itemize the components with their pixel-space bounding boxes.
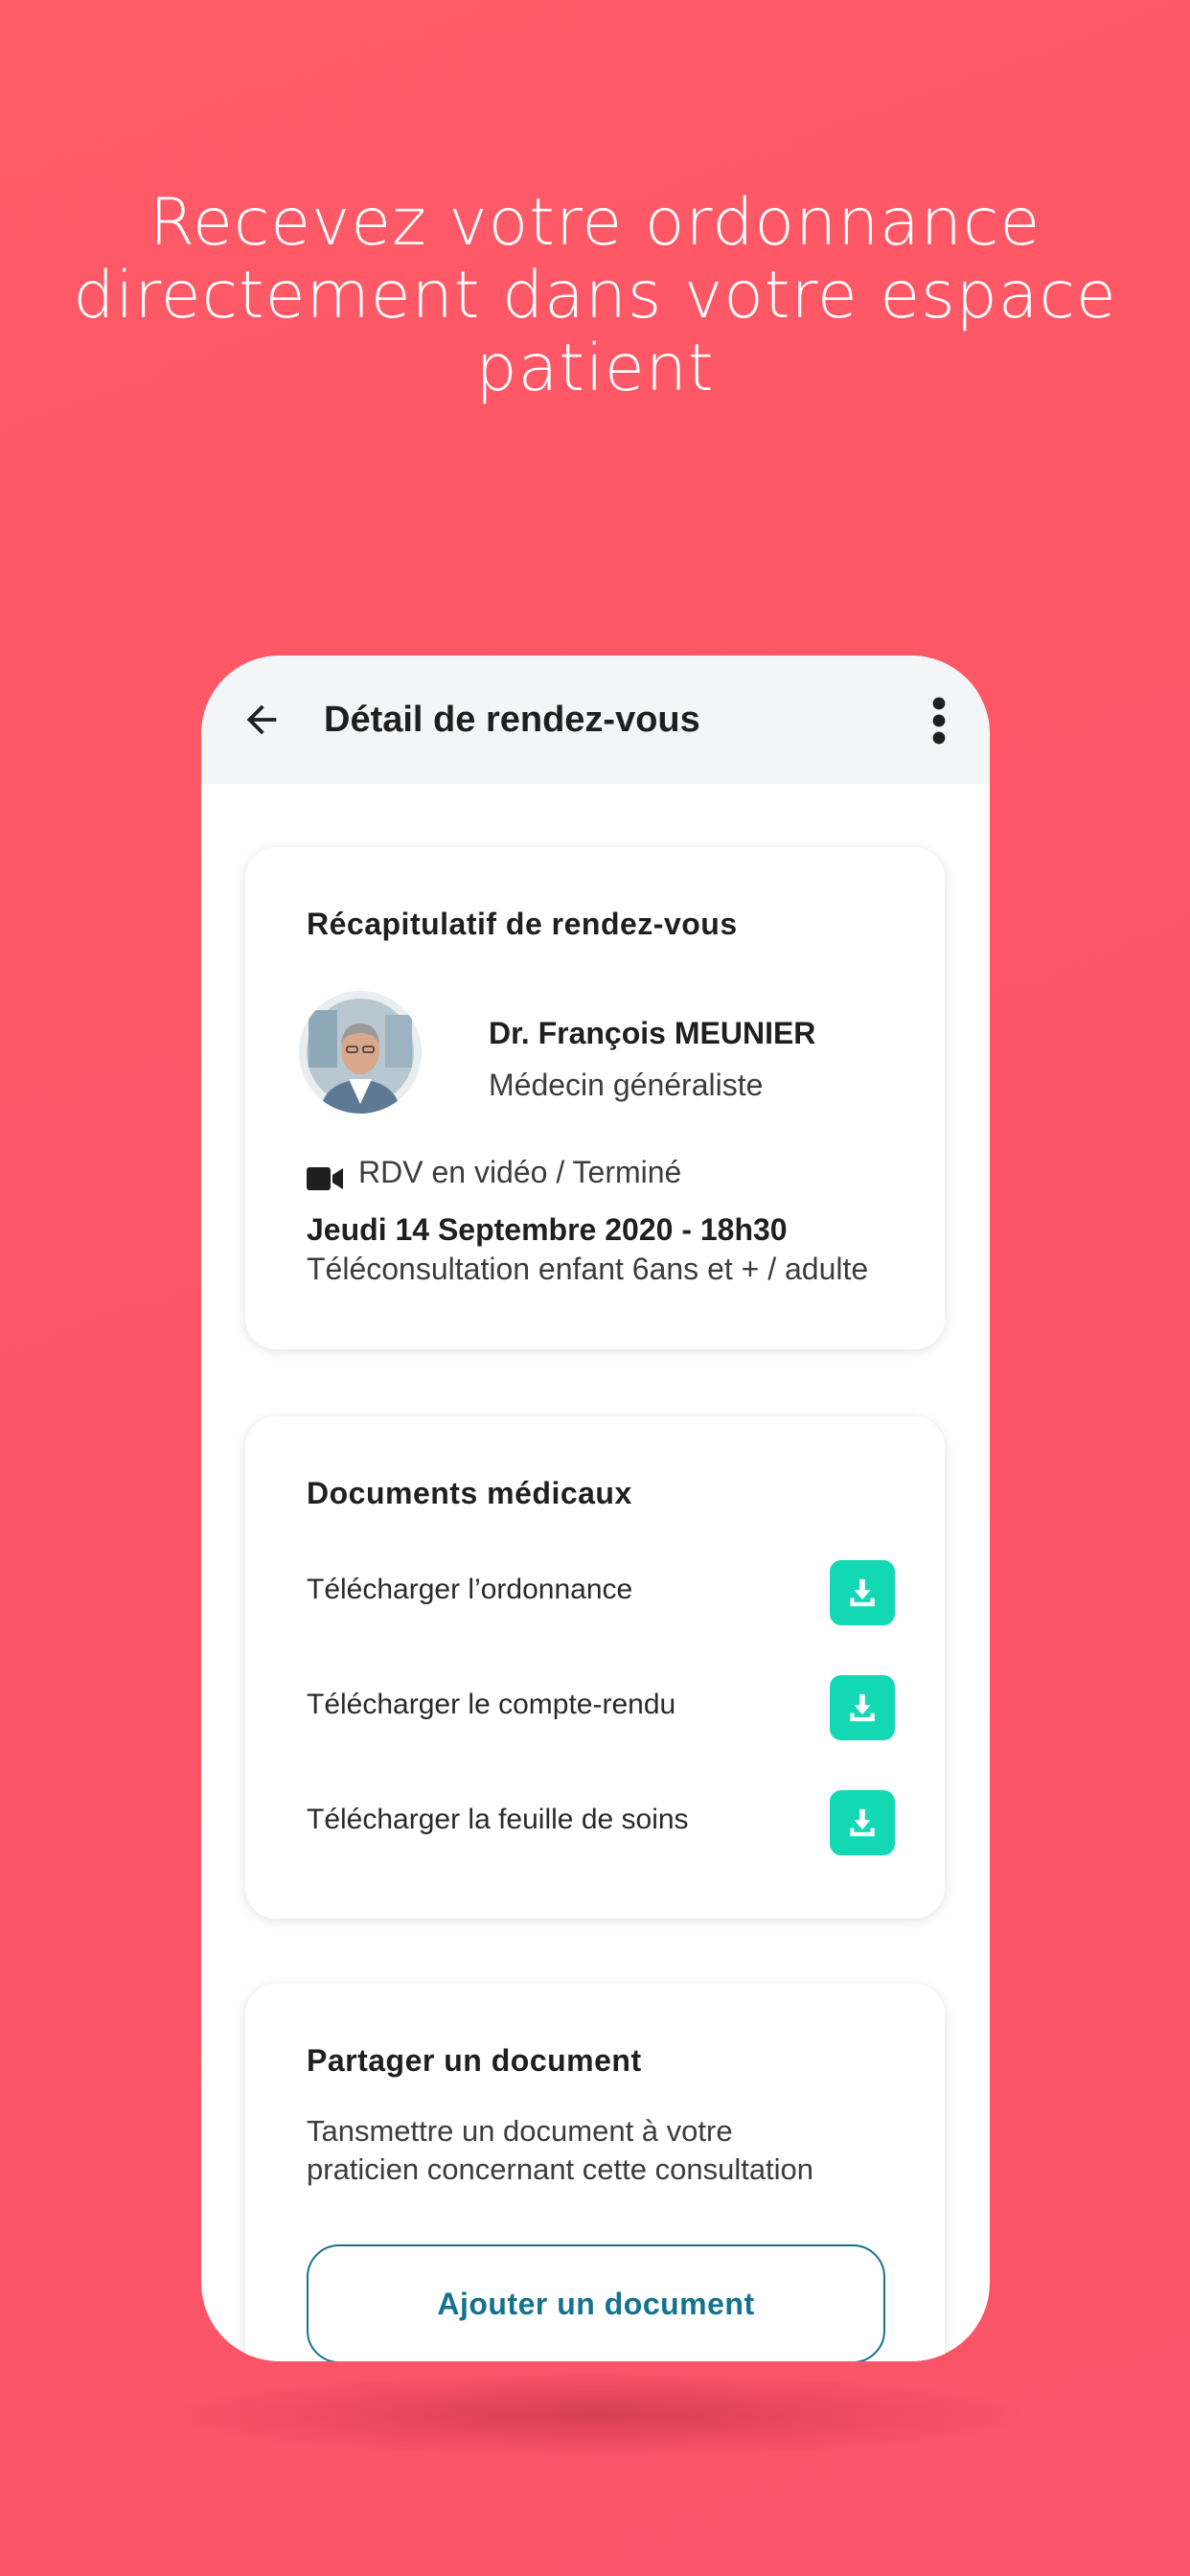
download-prescription-label[interactable]: Télécharger l’ordonnance — [307, 1574, 632, 1606]
appointment-summary-card: Récapitulatif de rendez-vous Dr. Françoi… — [245, 847, 945, 1349]
page-title: Détail de rendez-vous — [324, 700, 700, 740]
doctor-name: Dr. François MEUNIER — [489, 1016, 816, 1050]
download-icon — [850, 1578, 875, 1607]
download-icon — [850, 1808, 875, 1837]
share-document-card: Partager un document Tansmettre un docum… — [245, 1984, 945, 2361]
share-description-line-2: praticien concernant cette consultation — [307, 2152, 814, 2186]
phone-shadow — [153, 2372, 1037, 2458]
download-care-sheet-button[interactable] — [830, 1790, 895, 1855]
documents-title: Documents médicaux — [307, 1476, 632, 1510]
headline-line-2: directement dans votre espace — [73, 258, 1117, 334]
share-title: Partager un document — [307, 2043, 642, 2078]
headline: Recevez votre ordonnance directement dan… — [0, 187, 1190, 405]
appointment-date: Jeudi 14 Septembre 2020 - 18h30 — [307, 1212, 788, 1247]
share-description: Tansmettre un document à votre praticien… — [307, 2112, 901, 2189]
headline-line-3: patient — [475, 331, 715, 406]
app-bar: Détail de rendez-vous — [201, 656, 990, 784]
arrow-left-icon[interactable] — [240, 698, 284, 742]
download-prescription-button[interactable] — [830, 1560, 895, 1625]
more-vertical-icon[interactable] — [929, 696, 949, 746]
headline-line-1: Recevez votre ordonnance — [149, 185, 1041, 261]
download-report-label[interactable]: Télécharger le compte-rendu — [307, 1689, 675, 1721]
download-icon — [850, 1693, 875, 1722]
avatar — [299, 991, 422, 1114]
share-description-line-1: Tansmettre un document à votre — [307, 2114, 733, 2148]
add-document-button[interactable]: Ajouter un document — [307, 2244, 885, 2361]
phone-screen: Détail de rendez-vous Récapitulatif de r… — [201, 656, 990, 2361]
doctor-portrait-icon — [299, 991, 422, 1114]
appointment-status: RDV en vidéo / Terminé — [358, 1155, 682, 1189]
video-camera-icon — [307, 1167, 343, 1190]
download-care-sheet-label[interactable]: Télécharger la feuille de soins — [307, 1804, 689, 1836]
doctor-specialty: Médecin généraliste — [489, 1068, 764, 1102]
download-report-button[interactable] — [830, 1675, 895, 1740]
summary-title: Récapitulatif de rendez-vous — [307, 907, 738, 941]
consultation-type: Téléconsultation enfant 6ans et + / adul… — [307, 1252, 869, 1286]
medical-documents-card: Documents médicaux Télécharger l’ordonna… — [245, 1416, 945, 1919]
